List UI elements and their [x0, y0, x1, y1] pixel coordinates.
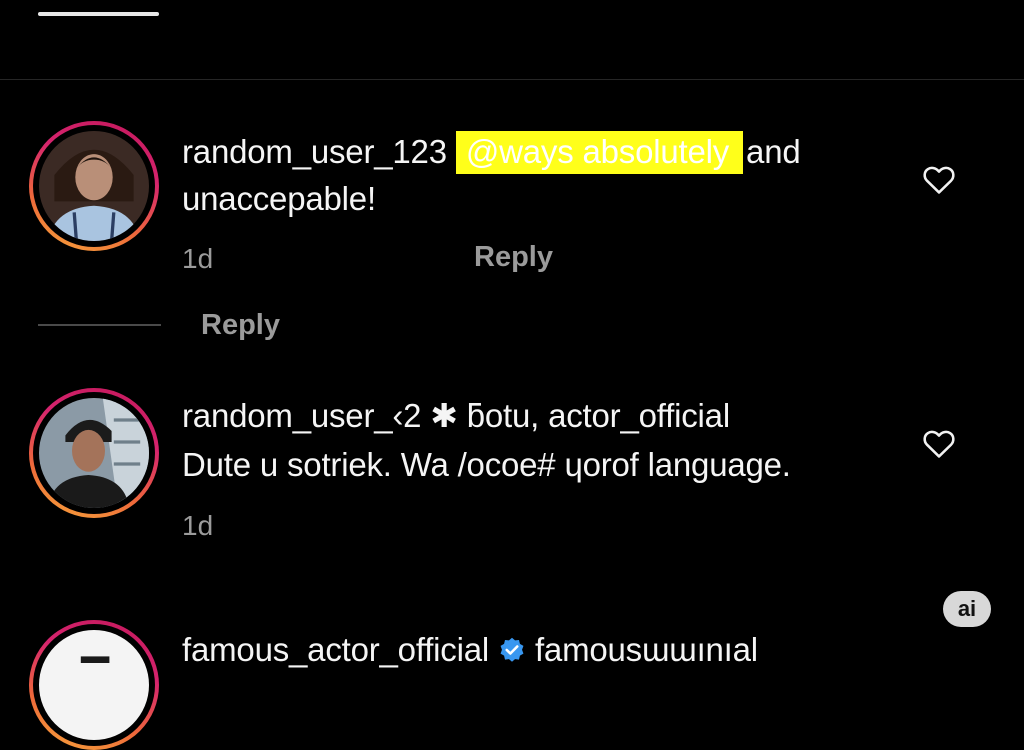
view-replies-line	[38, 324, 161, 326]
comment-text-tail: and	[746, 133, 801, 170]
heart-icon[interactable]	[922, 427, 956, 459]
comment-username[interactable]: random_user_123	[182, 133, 447, 170]
reply-button[interactable]: Reply	[474, 241, 553, 274]
comment-text-tail: famousɯɯınıal	[534, 631, 758, 668]
view-replies-button[interactable]: Reply	[201, 309, 280, 342]
ai-badge: ai	[943, 591, 991, 627]
verified-badge-icon	[500, 637, 524, 662]
heart-icon[interactable]	[922, 163, 956, 195]
active-tab-indicator	[38, 12, 159, 16]
commenter-avatar[interactable]	[29, 388, 159, 518]
comment-header-line: famous_actor_official famousɯɯınıal	[182, 626, 758, 674]
comment-text-line2: unaccepable!	[182, 180, 376, 217]
comment-text-line: Dute u sotriek. Wa /ocoe# ɥorof language…	[182, 446, 791, 483]
comment-body: random_user_123 @ways absolutely and	[182, 128, 801, 176]
comment-header-line: random_user_‹2 ✱ ƃotu, actor_official	[182, 397, 730, 434]
avatar-photo-1	[39, 131, 149, 241]
comment-username[interactable]: famous_actor_official	[182, 631, 489, 668]
avatar-photo-2	[39, 398, 149, 508]
avatar-photo-3	[39, 630, 149, 740]
commenter-avatar[interactable]	[29, 121, 159, 251]
comment-timestamp: 1d	[182, 510, 214, 541]
comment-timestamp: 1d	[182, 243, 214, 274]
mention-highlight[interactable]: @ways absolutely	[455, 131, 744, 174]
header-divider	[0, 79, 1024, 80]
commenter-avatar[interactable]	[29, 620, 159, 750]
